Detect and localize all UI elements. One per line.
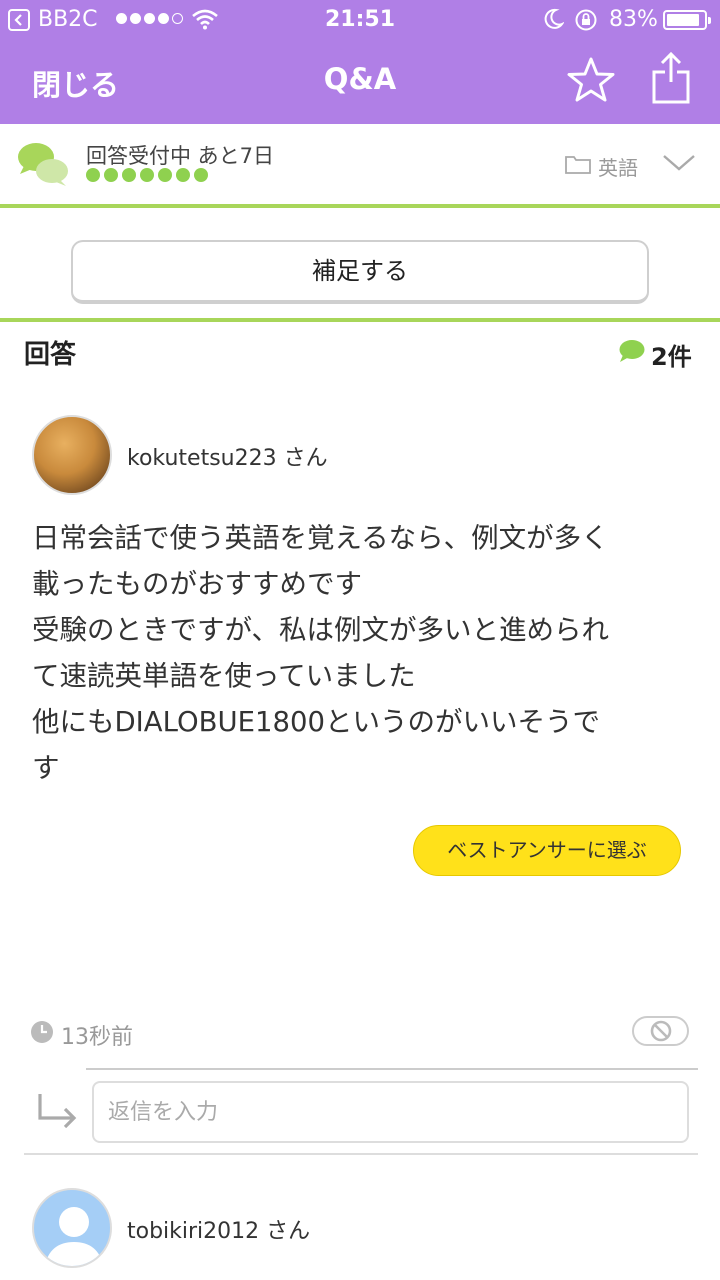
supplement-section: 補足する xyxy=(0,208,720,322)
rotation-lock-icon xyxy=(575,9,597,31)
question-status-row: 回答受付中 あと7日 英語 xyxy=(0,124,720,208)
top-bar: BB2C 21:51 83% 閉じる Q&A xyxy=(0,0,720,124)
clock-icon xyxy=(31,1021,53,1043)
posted-time: 13秒前 xyxy=(61,1025,133,1050)
reply-divider xyxy=(86,1068,698,1070)
do-not-disturb-icon xyxy=(544,8,564,29)
folder-icon xyxy=(565,156,591,174)
chevron-down-icon[interactable] xyxy=(662,154,696,172)
comment-icon xyxy=(619,340,645,362)
report-button[interactable] xyxy=(632,1016,689,1046)
speech-bubbles-icon xyxy=(18,143,68,186)
remaining-days-dots xyxy=(86,168,208,182)
avatar[interactable] xyxy=(32,1188,112,1268)
share-icon[interactable] xyxy=(650,50,692,106)
battery-percent: 83% xyxy=(609,7,658,32)
reply-input[interactable] xyxy=(92,1081,689,1143)
battery-icon xyxy=(663,10,711,30)
answer-username[interactable]: tobikiri2012 さん xyxy=(127,1213,310,1245)
reply-arrow-icon xyxy=(38,1094,77,1128)
prohibited-icon xyxy=(650,1020,672,1042)
default-user-icon xyxy=(44,1207,104,1266)
answer-body: 日常会話で使う英語を覚えるなら、例文が多く 載ったものがおすすめです 受験のとき… xyxy=(32,522,609,784)
star-icon[interactable] xyxy=(566,56,616,104)
answer-divider xyxy=(24,1153,698,1155)
answer-deadline-text: 回答受付中 あと7日 xyxy=(86,144,275,168)
answers-heading: 回答 xyxy=(24,340,77,370)
answer-username[interactable]: kokutetsu223 さん xyxy=(127,440,328,472)
answers-count: 2件 xyxy=(651,343,692,371)
avatar[interactable] xyxy=(32,415,112,495)
best-answer-button[interactable]: ベストアンサーに選ぶ xyxy=(413,825,681,876)
category-label[interactable]: 英語 xyxy=(598,152,638,181)
navigation-bar: 閉じる Q&A xyxy=(0,40,720,124)
supplement-button[interactable]: 補足する xyxy=(71,240,649,304)
status-bar: BB2C 21:51 83% xyxy=(0,0,720,40)
